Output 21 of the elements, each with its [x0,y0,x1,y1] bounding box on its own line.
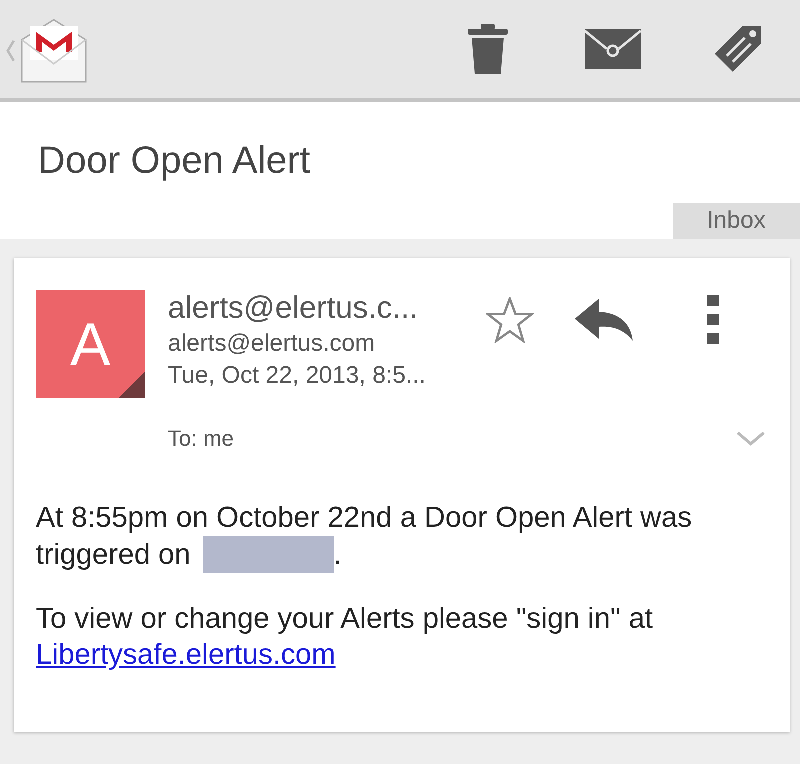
body-text: triggered on [36,538,191,572]
back-chevron-icon [6,39,16,63]
sender-email: alerts@elertus.com [168,329,376,359]
body-text: To view or change your Alerts please "sign in" at [36,603,654,635]
envelope-icon [584,29,640,69]
sender-name: alerts@elertus.c... [168,289,420,327]
body-text: . [334,538,342,572]
trash-icon [468,24,508,74]
more-icon [707,295,720,345]
star-icon [486,297,534,343]
back-button[interactable] [6,18,88,84]
message-date: Tue, Oct 22, 2013, 8:5... [168,361,427,391]
body-text: At 8:55pm on October 22nd a Door Open Alert was [36,501,694,536]
recipients-text: To: me [168,426,234,452]
folder-tag[interactable]: Inbox [673,203,800,239]
website-link[interactable]: Libertysafe.elertus.com [36,639,336,671]
reply-icon [575,299,634,341]
envelope-logo-icon [20,18,88,84]
sender-avatar: A [36,290,145,398]
email-subject: Door Open Alert [37,139,312,184]
tag-icon [712,24,762,74]
